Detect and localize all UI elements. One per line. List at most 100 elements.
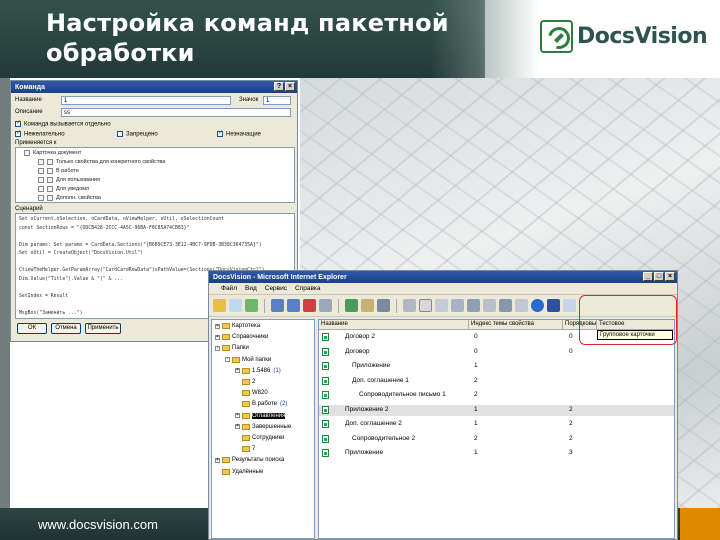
column-header-name[interactable]: Название <box>319 320 469 330</box>
menu-help[interactable]: Справка <box>295 285 321 292</box>
expander-icon[interactable]: - <box>225 357 230 363</box>
up-icon[interactable] <box>229 299 242 312</box>
card-row[interactable]: Сопроводительное письмо 1 2 <box>319 390 674 401</box>
folder-tree-item[interactable]: +1.5486 (1) <box>235 367 281 374</box>
card-row[interactable]: Приложение 1 <box>319 361 674 372</box>
cancel-button[interactable]: Отмена <box>51 323 81 334</box>
folder-tree-item[interactable]: W820 <box>235 390 268 397</box>
tree-item[interactable]: Карточка документ <box>24 150 81 156</box>
visible-checkbox[interactable] <box>15 119 21 127</box>
folder-tree-item[interactable]: 7 <box>235 446 255 453</box>
forward-icon[interactable] <box>287 299 300 312</box>
new-icon[interactable] <box>245 299 258 312</box>
batch-card-icon[interactable] <box>547 299 560 312</box>
tree-item[interactable]: Дополн. свойства <box>38 195 101 201</box>
help-button[interactable]: ? <box>274 82 284 91</box>
visible-checkbox-label: Команда вызывается отдельно <box>24 121 111 128</box>
menu-file[interactable]: Файл <box>221 285 237 292</box>
back-icon[interactable] <box>271 299 284 312</box>
delete-icon[interactable] <box>303 299 316 312</box>
maximize-button[interactable]: □ <box>654 272 664 281</box>
doc-icon <box>47 186 53 192</box>
group1-checkbox[interactable] <box>15 129 21 137</box>
column-icon[interactable] <box>499 299 512 312</box>
filter-icon[interactable] <box>419 299 432 312</box>
grid-icon[interactable] <box>467 299 480 312</box>
tree-item[interactable]: В работе <box>38 168 79 174</box>
group2-checkbox-row[interactable]: Запрещено <box>117 131 158 138</box>
card-list-pane[interactable]: Название Индекс темы свойства Порядковый… <box>318 319 675 539</box>
list-icon[interactable] <box>435 299 448 312</box>
tree-item-label: Для уведомл <box>56 186 90 192</box>
icon-label: Значок <box>239 97 259 103</box>
name-field[interactable]: 1 <box>61 96 231 105</box>
folder-icon <box>222 468 230 475</box>
tree-item[interactable]: Для уведомл <box>38 186 89 192</box>
folder-tree-item[interactable]: 2 <box>235 379 255 385</box>
group1-checkbox-row[interactable]: Нежелательно <box>15 129 65 138</box>
folder-tree-pane[interactable]: + Картотека + Справочники - Папки - Мой папки +1… <box>211 319 315 539</box>
folder-tree-item[interactable]: + Картотека <box>215 323 260 329</box>
view-icon[interactable] <box>403 299 416 312</box>
group3-checkbox[interactable] <box>217 129 223 137</box>
column-header-index[interactable]: Индекс темы свойства <box>469 320 563 330</box>
description-field[interactable]: ss <box>61 108 291 117</box>
expander-icon[interactable]: + <box>215 334 220 340</box>
applies-to-tree[interactable]: Карточка документ Только свойства для ко… <box>15 147 295 203</box>
help-icon[interactable] <box>563 299 576 312</box>
expander-icon[interactable]: + <box>215 457 220 463</box>
icon-field[interactable]: 1 <box>263 96 291 105</box>
card-row[interactable]: Приложение 1 3 <box>319 448 674 459</box>
folder-tree-item[interactable]: + Оглавления <box>235 412 286 419</box>
card-row[interactable]: Приложение 2 1 2 <box>319 404 674 416</box>
folder-tree-item[interactable]: Сотрудники <box>235 435 285 441</box>
checkbox-icon <box>38 177 44 183</box>
folder-icon[interactable] <box>213 299 226 312</box>
globe-icon[interactable] <box>531 299 544 312</box>
folder-tree-item[interactable]: В работе (2) <box>235 401 287 408</box>
search-icon[interactable] <box>319 299 332 312</box>
save-icon[interactable] <box>377 299 390 312</box>
ok-button[interactable]: ОК <box>17 323 47 334</box>
folder-icon <box>242 367 250 374</box>
applies-to-label: Применяется к <box>15 140 57 146</box>
tree-item[interactable]: Для пользования <box>38 177 100 183</box>
folder-icon <box>222 323 230 329</box>
folder-tree-item[interactable]: Удалённые <box>215 468 263 475</box>
folder-tree-item[interactable]: - Папки <box>215 345 249 352</box>
folder-tree-item[interactable]: - Мой папки <box>225 356 271 363</box>
tile-icon[interactable] <box>483 299 496 312</box>
visible-checkbox-row[interactable]: Команда вызывается отдельно <box>15 119 111 128</box>
card-row[interactable]: Доп. соглашение 2 1 2 <box>319 419 674 430</box>
group2-checkbox[interactable] <box>117 131 123 137</box>
folder-tree-item[interactable]: + Результаты поиска <box>215 457 284 464</box>
details-icon[interactable] <box>451 299 464 312</box>
menu-view[interactable]: Вид <box>245 285 257 292</box>
card-icon <box>322 347 329 356</box>
expander-icon[interactable]: + <box>235 424 240 430</box>
folder-tree-item[interactable]: + Завершенные <box>235 423 291 430</box>
card-row[interactable]: Сопроводительное 2 2 2 <box>319 434 674 445</box>
folder-tree-label: W820 <box>252 390 268 397</box>
apply-button[interactable]: Применить <box>85 323 121 334</box>
paperclip-logo-icon <box>540 20 573 53</box>
card-icon <box>322 333 329 341</box>
menu-tools[interactable]: Сервис <box>265 285 287 292</box>
tree-item[interactable]: Только свойства для конкретного свойства <box>38 159 165 165</box>
expander-icon[interactable]: - <box>215 345 220 351</box>
group3-checkbox-row[interactable]: Незначащие <box>217 129 261 138</box>
minimize-button[interactable]: _ <box>643 272 653 281</box>
sort-icon[interactable] <box>515 299 528 312</box>
properties-icon[interactable] <box>361 299 374 312</box>
refresh-icon[interactable] <box>345 299 358 312</box>
close-button[interactable]: × <box>665 272 675 281</box>
close-button[interactable]: × <box>285 82 295 91</box>
tree-item-label: Только свойства для конкретного свойства <box>56 159 166 165</box>
expander-icon[interactable]: + <box>235 413 240 419</box>
expander-icon[interactable]: + <box>215 323 220 329</box>
card-row[interactable]: Договор 0 0 <box>319 347 674 358</box>
folder-tree-item[interactable]: + Справочники <box>215 334 268 341</box>
expander-icon[interactable]: + <box>235 368 240 374</box>
card-row[interactable]: Доп. соглашение 1 2 <box>319 376 674 387</box>
card-icon <box>322 405 329 414</box>
